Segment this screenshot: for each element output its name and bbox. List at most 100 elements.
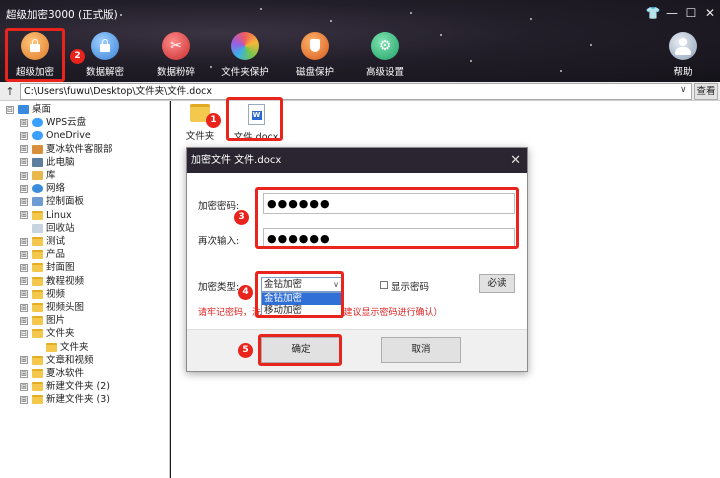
tree-expander-icon[interactable]: ⊞: [20, 303, 28, 312]
path-input[interactable]: C:\Users\fuwu\Desktop\文件夹\文件.docx: [20, 83, 692, 100]
chevron-down-icon[interactable]: ∨: [680, 85, 687, 95]
tree-item[interactable]: 回收站: [20, 222, 75, 235]
tree-expander-icon[interactable]: ⊞: [20, 211, 28, 220]
tree-item[interactable]: ⊟ 桌面: [6, 103, 51, 116]
tree-item[interactable]: ⊞ 新建文件夹 (2): [20, 380, 110, 393]
step-badge-1: 1: [206, 113, 221, 128]
tree-expander-icon[interactable]: ⊞: [20, 158, 28, 167]
net-icon: [32, 184, 43, 194]
tree-item-label: 图片: [46, 315, 66, 327]
tree-item[interactable]: ⊞ 测试: [20, 235, 65, 248]
tree-item-label: 新建文件夹 (3): [46, 394, 110, 406]
tree-item-label: 库: [46, 170, 56, 181]
folder-icon: [32, 276, 43, 286]
tree-expander-icon[interactable]: ⊞: [20, 184, 28, 193]
folder-icon: [32, 289, 43, 299]
tree-item-label: 此电脑: [46, 156, 75, 168]
toolbar-folder-protect-button[interactable]: 文件夹保护: [210, 30, 280, 80]
dialog-close-icon[interactable]: ✕: [510, 148, 521, 173]
toolbar-disk-protect-button[interactable]: 磁盘保护: [280, 30, 350, 80]
cloud-icon: [32, 131, 43, 141]
tree-expander-icon[interactable]: ⊟: [20, 329, 28, 338]
title-toolbar-area: 超级加密3000 (正式版) 👕 — ☐ ✕ 超级加密 数据解密 ✂ 数据粉碎 …: [0, 0, 720, 82]
tree-item[interactable]: ⊞ 此电脑: [20, 156, 75, 169]
tree-expander-icon[interactable]: ⊞: [20, 237, 28, 246]
toolbar-label: 数据粉碎: [156, 67, 195, 78]
folder-icon: [32, 210, 43, 220]
encrypt-type-label: 加密类型:: [198, 282, 240, 293]
tree-item[interactable]: ⊞ 视频: [20, 288, 65, 301]
highlight-docx-file: [226, 97, 283, 141]
tree-item[interactable]: ⊞ 库: [20, 169, 56, 182]
tree-item[interactable]: ⊞ 教程视频: [20, 275, 84, 288]
user-icon: [32, 144, 43, 154]
tree-expander-icon[interactable]: ⊞: [20, 145, 28, 154]
close-button[interactable]: ✕: [702, 5, 718, 21]
folder-icon: [32, 263, 43, 273]
tree-item[interactable]: ⊞ 封面图: [20, 261, 75, 274]
view-button[interactable]: 查看: [694, 83, 718, 100]
tree-item-label: OneDrive: [46, 130, 91, 142]
tree-expander-icon[interactable]: ⊞: [20, 290, 28, 299]
tree-expander-icon[interactable]: ⊞: [20, 382, 28, 391]
lib-icon: [32, 171, 43, 180]
tree-item[interactable]: ⊞ 文章和视频: [20, 354, 94, 367]
tree-item[interactable]: ⊞ 夏冰软件客服部: [20, 143, 113, 156]
folder-icon: [32, 369, 43, 378]
tree-item[interactable]: ⊞ 图片: [20, 314, 65, 327]
tree-item[interactable]: ⊞ 网络: [20, 182, 65, 195]
cancel-button[interactable]: 取消: [381, 337, 461, 363]
tree-item[interactable]: ⊞ 视频头图: [20, 301, 84, 314]
tree-item[interactable]: ⊞ WPS云盘: [20, 116, 86, 129]
tree-expander-icon[interactable]: ⊞: [20, 277, 28, 286]
dialog-title: 加密文件 文件.docx: [191, 155, 282, 166]
tree-item[interactable]: 文件夹: [34, 341, 89, 354]
tree-expander-icon[interactable]: ⊞: [20, 118, 28, 127]
tree-expander-icon[interactable]: ⊞: [20, 395, 28, 404]
path-bar: ↑ C:\Users\fuwu\Desktop\文件夹\文件.docx ∨ 查看: [0, 82, 720, 101]
highlight-encrypt-tool: [5, 28, 65, 82]
tree-item[interactable]: ⊞ 产品: [20, 248, 65, 261]
tree-item[interactable]: ⊞ 控制面板: [20, 195, 84, 208]
skin-icon[interactable]: 👕: [645, 5, 661, 21]
tree-expander-icon[interactable]: ⊞: [20, 171, 28, 180]
tree-item-label: 回收站: [46, 222, 75, 234]
tree-item-label: 新建文件夹 (2): [46, 381, 110, 393]
tree-item-label: 视频: [46, 288, 66, 300]
toolbar-shred-button[interactable]: ✂ 数据粉碎: [141, 30, 211, 80]
tree-expander-icon[interactable]: ⊞: [20, 263, 28, 272]
highlight-encrypt-type: [255, 271, 344, 318]
toolbar-help-button[interactable]: 帮助: [648, 30, 718, 80]
tree-item-label: 夏冰软件: [46, 368, 85, 379]
minimize-button[interactable]: —: [664, 5, 680, 21]
up-arrow-button[interactable]: ↑: [3, 84, 17, 99]
tree-expander-icon[interactable]: ⊞: [20, 356, 28, 365]
tree-item[interactable]: ⊞ Linux: [20, 209, 72, 222]
tree-item[interactable]: ⊞ OneDrive: [20, 129, 91, 142]
tree-item[interactable]: ⊟ 文件夹: [20, 327, 75, 340]
tree-item-label: 文件夹: [46, 328, 75, 340]
tree-expander-icon[interactable]: ⊞: [20, 369, 28, 378]
shield-icon: [301, 32, 329, 60]
read-me-button[interactable]: 必读: [479, 274, 515, 293]
tree-expander-icon[interactable]: ⊟: [6, 105, 14, 114]
tree-expander-icon[interactable]: ⊞: [20, 250, 28, 259]
tree-expander-icon[interactable]: ⊞: [20, 316, 28, 325]
tree-item-label: 文件夹: [60, 341, 89, 353]
tree-expander-icon[interactable]: ⊞: [20, 197, 28, 206]
folder-icon: [32, 237, 43, 246]
aperture-icon: [231, 32, 259, 60]
tree-item-label: 视频头图: [46, 302, 85, 313]
highlight-password-fields: [255, 187, 519, 249]
tree-item[interactable]: ⊞ 新建文件夹 (3): [20, 393, 110, 406]
tree-item[interactable]: ⊞ 夏冰软件: [20, 367, 84, 380]
scissors-icon: ✂: [162, 32, 190, 60]
tree-item-label: WPS云盘: [46, 117, 87, 129]
maximize-button[interactable]: ☐: [683, 5, 699, 21]
highlight-ok-button: [258, 334, 342, 366]
toolbar-settings-button[interactable]: ⚙ 高级设置: [350, 30, 420, 80]
toolbar-label: 帮助: [673, 67, 693, 78]
step-badge-3: 3: [234, 210, 249, 225]
show-password-checkbox[interactable]: [380, 281, 388, 289]
tree-expander-icon[interactable]: ⊞: [20, 131, 28, 140]
